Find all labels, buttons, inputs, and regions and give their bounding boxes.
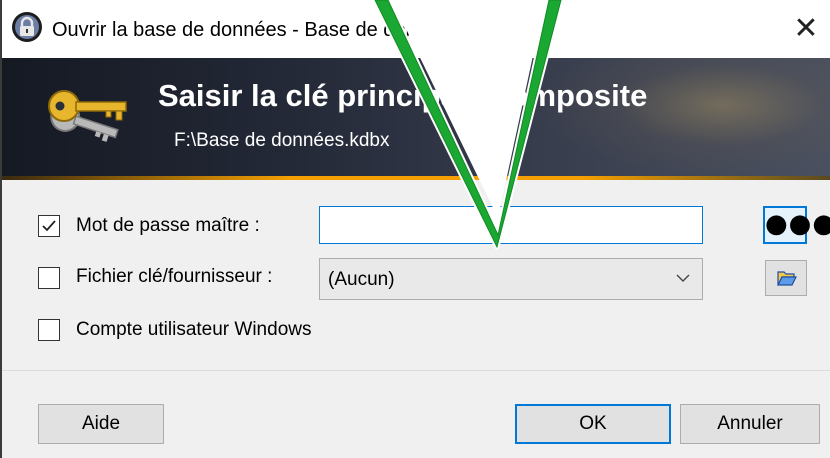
banner-background <box>542 58 830 176</box>
key-file-checkbox[interactable] <box>38 267 60 289</box>
banner-title: Saisir la clé principale composite <box>158 78 648 113</box>
open-database-dialog: Ouvrir la base de données - Base de donn… <box>0 0 830 458</box>
key-file-select[interactable]: (Aucun) <box>319 258 703 300</box>
cancel-button[interactable]: Annuler <box>680 404 820 444</box>
header-banner: Saisir la clé principale composite F:\Ba… <box>2 58 830 176</box>
master-password-checkbox[interactable] <box>38 215 60 237</box>
keys-icon <box>48 90 127 142</box>
lock-icon <box>12 12 42 42</box>
ok-button[interactable]: OK <box>515 404 671 444</box>
window-title: Ouvrir la base de données - Base de donn… <box>52 19 508 41</box>
master-password-input[interactable] <box>319 206 703 244</box>
title-bar[interactable]: Ouvrir la base de données - Base de donn… <box>2 0 830 58</box>
key-file-selected-value: (Aucun) <box>328 269 395 290</box>
divider <box>2 370 830 371</box>
close-icon: ✕ <box>793 11 819 46</box>
show-password-button[interactable]: ●●● <box>763 206 830 244</box>
close-button[interactable]: ✕ <box>788 9 824 49</box>
checkmark-icon <box>42 220 56 232</box>
dots-icon: ●●● <box>765 209 830 239</box>
help-button[interactable]: Aide <box>38 404 164 444</box>
windows-account-checkbox[interactable] <box>38 319 60 341</box>
windows-account-label: Compte utilisateur Windows <box>76 319 312 340</box>
banner-stripe <box>2 176 830 180</box>
database-path: F:\Base de données.kdbx <box>174 130 390 151</box>
folder-open-icon <box>777 271 797 286</box>
chevron-down-icon <box>676 274 690 282</box>
browse-key-file-button[interactable] <box>765 260 807 296</box>
master-password-label: Mot de passe maître : <box>76 215 260 236</box>
key-file-label: Fichier clé/fournisseur : <box>76 266 273 287</box>
